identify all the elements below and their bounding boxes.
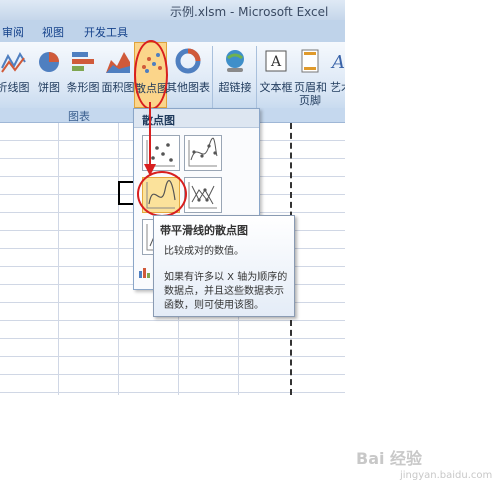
area-chart-icon xyxy=(106,52,130,73)
hyperlink-label: 超链接 xyxy=(218,81,252,94)
pie-chart-icon xyxy=(39,52,59,72)
ribbon-tabs: 审阅 视图 开发工具 xyxy=(0,20,345,42)
window-title: 示例.xlsm - Microsoft Excel xyxy=(170,5,329,19)
textbox-icon: A xyxy=(265,50,287,72)
wordart-icon: A xyxy=(330,52,345,73)
group-separator xyxy=(212,46,213,108)
bar-chart-label: 条形图 xyxy=(66,81,100,94)
svg-text:A: A xyxy=(330,52,345,73)
line-chart-button[interactable]: 折线图 xyxy=(0,42,32,108)
grid-row-line xyxy=(0,338,345,339)
header-footer-icon xyxy=(301,49,319,73)
tooltip-line-2: 如果有许多以 X 轴为顺序的 xyxy=(164,272,288,283)
grid-column-line xyxy=(118,123,119,395)
all-chart-types-glyph xyxy=(139,268,150,278)
line-chart-icon xyxy=(1,51,26,73)
header-footer-button[interactable]: 页眉和 页脚 xyxy=(294,42,327,108)
svg-text:A: A xyxy=(270,54,282,70)
scatter-smooth-lines-markers-option[interactable] xyxy=(184,135,222,171)
grid-column-line xyxy=(58,123,59,395)
other-charts-icon xyxy=(175,48,201,74)
tooltip-line-1: 比较成对的数值。 xyxy=(164,246,244,257)
group-separator xyxy=(256,46,257,108)
bar-chart-button[interactable]: 条形图 xyxy=(66,42,100,108)
textbox-button[interactable]: A 文本框 xyxy=(258,42,294,108)
tab-developer[interactable]: 开发工具 xyxy=(84,24,128,40)
watermark-logo: Bai 经验 xyxy=(356,449,423,468)
tooltip-line-4: 函数，则可使用该图。 xyxy=(164,300,264,311)
wordart-label: 艺术 xyxy=(330,81,345,94)
grid-row-line xyxy=(0,374,345,375)
tab-view[interactable]: 视图 xyxy=(42,24,64,40)
scatter-straight-lines-markers-option[interactable] xyxy=(184,177,222,213)
other-charts-button[interactable]: 其他图表 xyxy=(166,42,210,108)
header-footer-label-2: 页脚 xyxy=(299,94,321,107)
textbox-label: 文本框 xyxy=(259,81,293,94)
watermark-url: jingyan.baidu.com xyxy=(400,470,493,481)
red-arrow xyxy=(144,102,156,176)
all-chart-types-icon[interactable] xyxy=(138,265,152,279)
line-chart-label: 折线图 xyxy=(0,81,30,94)
ribbon-insert: 折线图 饼图 条形图 面积图 散点图 其他图表 超链接 A 文本框 页眉和 页脚… xyxy=(0,42,345,109)
area-chart-button[interactable]: 面积图 xyxy=(101,42,135,108)
pie-chart-label: 饼图 xyxy=(38,81,60,94)
tooltip-line-3: 数据点，并且这些数据表示 xyxy=(164,286,284,297)
scatter-straight-markers-icon xyxy=(188,182,217,209)
chart-group-text: 图表 xyxy=(68,110,90,123)
highlight-oval-smooth xyxy=(137,171,187,217)
hyperlink-icon xyxy=(226,50,244,72)
hyperlink-button[interactable]: 超链接 xyxy=(216,42,254,108)
area-chart-label: 面积图 xyxy=(101,81,135,94)
grid-row-line xyxy=(0,392,345,393)
grid-row-line xyxy=(0,356,345,357)
scatter-tooltip: 带平滑线的散点图 比较成对的数值。 如果有许多以 X 轴为顺序的 数据点，并且这… xyxy=(153,215,295,317)
pie-chart-button[interactable]: 饼图 xyxy=(34,42,64,108)
bar-chart-icon xyxy=(72,52,94,71)
grid-row-line xyxy=(0,320,345,321)
excel-window: 示例.xlsm - Microsoft Excel 审阅 视图 开发工具 折线图… xyxy=(0,0,345,395)
scatter-smooth-markers-icon xyxy=(188,137,218,167)
tab-review[interactable]: 审阅 xyxy=(2,24,24,40)
other-charts-label: 其他图表 xyxy=(166,81,210,94)
title-bar: 示例.xlsm - Microsoft Excel xyxy=(0,0,345,20)
tooltip-title: 带平滑线的散点图 xyxy=(160,224,248,237)
wordart-button[interactable]: A 艺术 xyxy=(326,42,345,108)
